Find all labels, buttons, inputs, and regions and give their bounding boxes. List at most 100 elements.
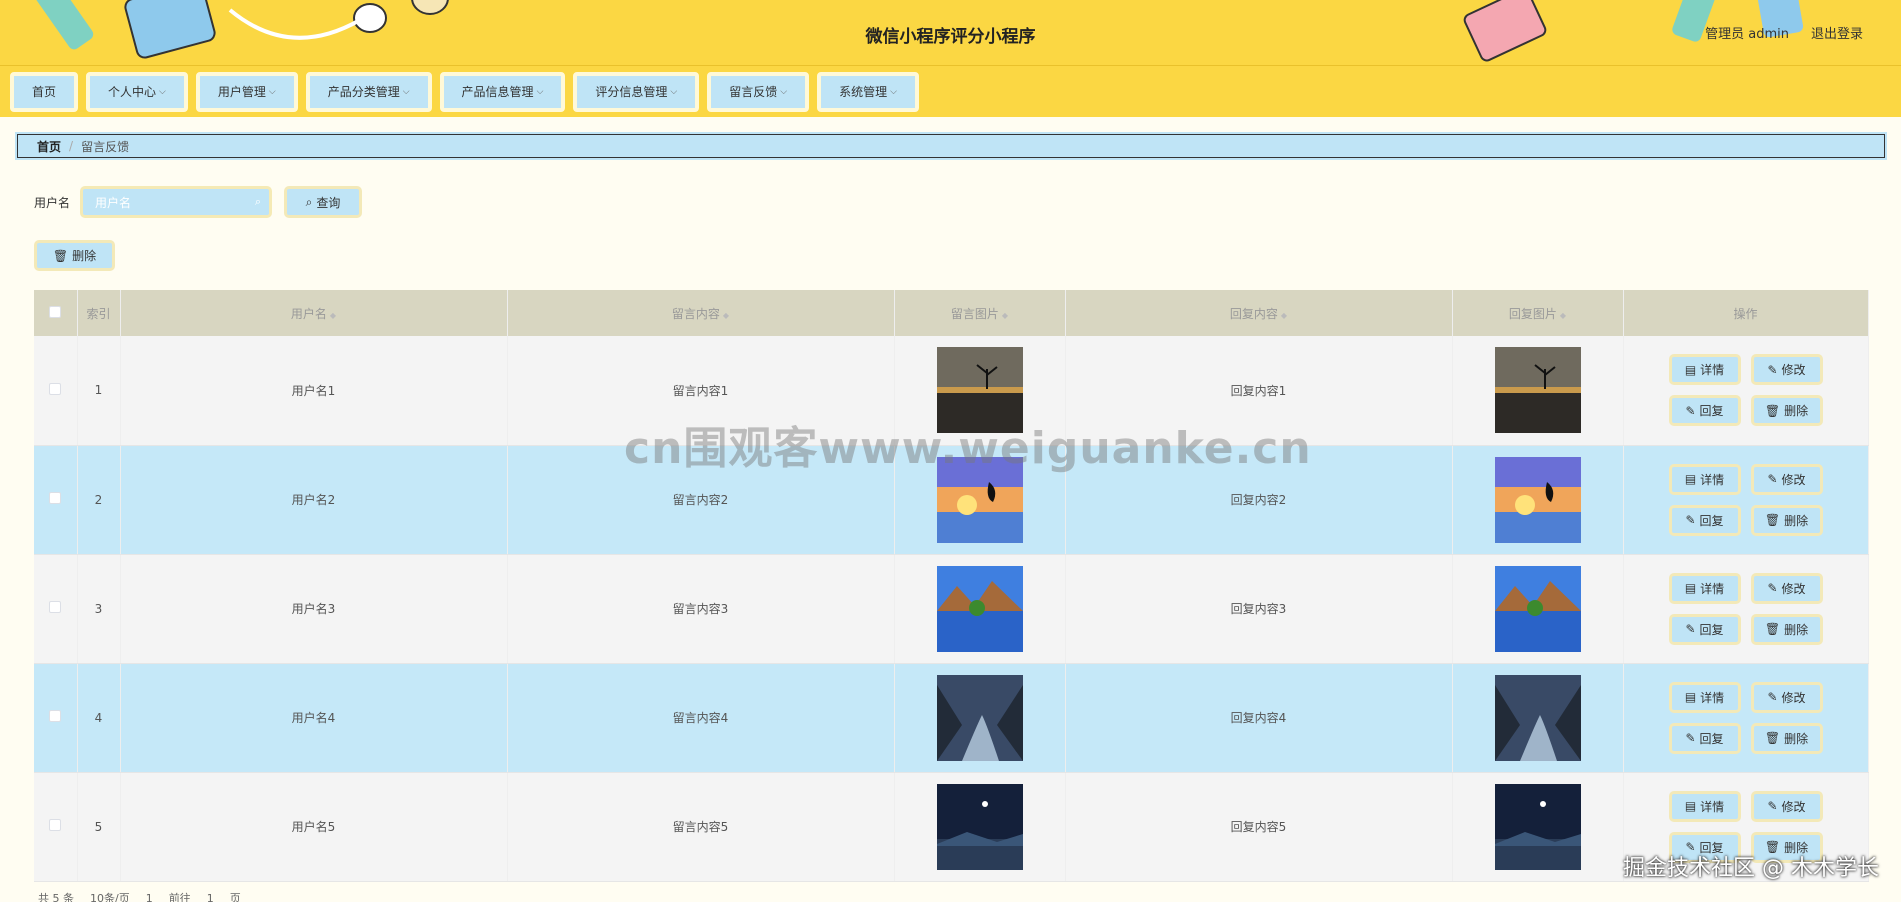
- row-username: 用户名5: [120, 772, 508, 882]
- detail-button[interactable]: ▤ 详情: [1668, 790, 1741, 822]
- action-group: ▤ 详情 ✎ 修改 ✎ 回复 🗑 删除: [1624, 354, 1868, 427]
- reply-image[interactable]: [1494, 565, 1581, 652]
- delete-button[interactable]: 🗑 删除: [1750, 613, 1823, 645]
- col-label: 留言图片: [950, 306, 999, 321]
- row-checkbox[interactable]: [49, 492, 62, 504]
- nav-feedback[interactable]: 留言反馈 ⌵: [707, 71, 810, 112]
- reply-image[interactable]: [1494, 456, 1581, 543]
- query-button[interactable]: ⌕ 查询: [284, 186, 363, 218]
- row-checkbox[interactable]: [49, 710, 62, 722]
- col-username[interactable]: 用户名 ◆: [120, 290, 508, 336]
- trash-icon: 🗑: [1764, 731, 1781, 745]
- detail-button[interactable]: ▤ 详情: [1668, 463, 1741, 495]
- pencil-icon: ✎: [1767, 799, 1778, 813]
- reply-button[interactable]: ✎ 回复: [1668, 613, 1741, 645]
- row-actions: ▤ 详情 ✎ 修改 ✎ 回复 🗑 删除: [1623, 336, 1869, 446]
- col-content[interactable]: 留言内容 ◆: [507, 290, 895, 336]
- col-label: 留言内容: [671, 306, 720, 321]
- edit-label: 修改: [1781, 690, 1806, 705]
- edit-label: 修改: [1781, 363, 1806, 378]
- nav-label: 产品分类管理: [327, 85, 400, 99]
- nav-label: 产品信息管理: [461, 85, 534, 99]
- app-title: 微信小程序评分小程序: [865, 27, 1036, 47]
- document-icon: ▤: [1684, 472, 1697, 486]
- reply-button[interactable]: ✎ 回复: [1668, 722, 1741, 754]
- page-size-select[interactable]: 10条/页: [90, 890, 130, 902]
- nav-label: 用户管理: [217, 85, 266, 99]
- detail-label: 详情: [1700, 690, 1725, 705]
- reply-image[interactable]: [1494, 674, 1581, 761]
- reply-button[interactable]: ✎ 回复: [1668, 395, 1741, 427]
- detail-button[interactable]: ▤ 详情: [1668, 572, 1741, 604]
- table-row: 4 用户名4 留言内容4 回复内容4 ▤ 详情 ✎ 修改 ✎ 回复 🗑 删除: [34, 663, 1869, 773]
- message-image[interactable]: [936, 674, 1023, 761]
- trash-icon: 🗑: [52, 248, 69, 263]
- pencil-icon: ✎: [1767, 362, 1778, 377]
- row-reply-image-cell: [1452, 336, 1624, 446]
- detail-button[interactable]: ▤ 详情: [1668, 681, 1741, 713]
- col-label: 回复内容: [1229, 306, 1278, 321]
- logout-link[interactable]: 退出登录: [1811, 23, 1863, 42]
- delete-button[interactable]: 🗑 删除: [1750, 395, 1823, 427]
- document-icon: ▤: [1684, 581, 1697, 595]
- message-image[interactable]: [936, 783, 1023, 870]
- nav-label: 系统管理: [839, 85, 888, 99]
- breadcrumb-home[interactable]: 首页: [37, 138, 61, 155]
- nav-product-info[interactable]: 产品信息管理 ⌵: [439, 71, 566, 112]
- corner-watermark: 掘金技术社区 @ 木木学长: [1623, 856, 1879, 881]
- col-reply-image[interactable]: 回复图片 ◆: [1452, 290, 1624, 336]
- row-index: 5: [77, 772, 121, 882]
- nav-system-management[interactable]: 系统管理 ⌵: [817, 71, 919, 112]
- reply-label: 回复: [1699, 404, 1724, 419]
- batch-delete-button[interactable]: 🗑 删除: [34, 240, 115, 271]
- nav-home[interactable]: 首页: [10, 71, 79, 112]
- edit-button[interactable]: ✎ 修改: [1750, 354, 1823, 386]
- nav-user-management[interactable]: 用户管理 ⌵: [195, 71, 298, 112]
- row-username: 用户名4: [120, 663, 508, 773]
- chevron-down-icon: ⌵: [890, 86, 897, 97]
- sort-icon: ◆: [1559, 310, 1567, 320]
- col-label: 用户名: [290, 306, 327, 321]
- breadcrumb-separator: /: [69, 139, 74, 153]
- goto-unit: 页: [229, 892, 241, 902]
- search-icon: ⌕: [254, 195, 262, 208]
- row-checkbox[interactable]: [49, 819, 62, 831]
- chevron-down-icon: ⌵: [536, 86, 544, 97]
- col-reply[interactable]: 回复内容 ◆: [1065, 290, 1453, 336]
- detail-button[interactable]: ▤ 详情: [1668, 354, 1741, 386]
- row-select-cell: [34, 336, 78, 446]
- edit-button[interactable]: ✎ 修改: [1750, 463, 1823, 495]
- breadcrumb-current: 留言反馈: [81, 139, 130, 154]
- detail-label: 详情: [1700, 363, 1725, 378]
- message-image[interactable]: [936, 565, 1023, 652]
- edit-button[interactable]: ✎ 修改: [1750, 790, 1823, 822]
- edit-button[interactable]: ✎ 修改: [1750, 681, 1823, 713]
- goto-input[interactable]: 1: [207, 892, 214, 902]
- reply-button[interactable]: ✎ 回复: [1668, 504, 1741, 536]
- col-image[interactable]: 留言图片 ◆: [894, 290, 1066, 336]
- edit-button[interactable]: ✎ 修改: [1750, 572, 1823, 604]
- search-input[interactable]: 用户名 ⌕: [80, 186, 273, 218]
- row-index: 3: [77, 554, 121, 664]
- row-reply-image-cell: [1452, 554, 1624, 664]
- delete-label: 删除: [1784, 404, 1809, 419]
- nav-personal-center[interactable]: 个人中心 ⌵: [86, 71, 188, 112]
- nav-rating-info[interactable]: 评分信息管理 ⌵: [573, 71, 700, 112]
- pencil-icon: ✎: [1767, 581, 1778, 595]
- reply-image[interactable]: [1494, 347, 1581, 434]
- select-all-checkbox[interactable]: [49, 305, 62, 318]
- row-checkbox[interactable]: [49, 601, 62, 613]
- pencil-icon: ✎: [1685, 513, 1696, 527]
- row-checkbox[interactable]: [49, 382, 62, 395]
- row-content: 留言内容5: [507, 772, 895, 882]
- nav-product-category[interactable]: 产品分类管理 ⌵: [305, 71, 432, 112]
- delete-label: 删除: [1784, 731, 1809, 746]
- goto-label: 前往: [168, 892, 191, 902]
- delete-button[interactable]: 🗑 删除: [1750, 504, 1823, 536]
- current-page[interactable]: 1: [146, 892, 153, 902]
- delete-button[interactable]: 🗑 删除: [1750, 722, 1823, 754]
- breadcrumb: 首页 / 留言反馈: [15, 132, 1887, 160]
- feedback-table: 索引 用户名 ◆ 留言内容 ◆ 留言图片 ◆ 回复内容 ◆ 回复图片 ◆ 操作 1 用户名1…: [34, 290, 1869, 882]
- reply-image[interactable]: [1494, 783, 1581, 870]
- nav-label: 个人中心: [108, 85, 157, 99]
